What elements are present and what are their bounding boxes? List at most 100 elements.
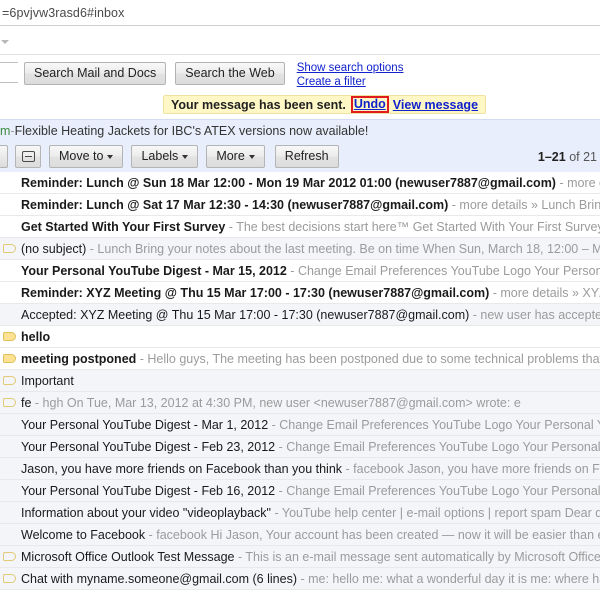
mail-subject: fe [21, 395, 32, 410]
archive-icon [21, 151, 35, 162]
importance-marker-icon[interactable] [3, 552, 16, 561]
mail-row-text: fe - hgh On Tue, Mar 13, 2012 at 4:30 PM… [21, 393, 600, 413]
search-links: Show search options Create a filter [297, 62, 404, 89]
importance-cell [2, 178, 21, 187]
mail-snippet: facebook Hi Jason, Your account has been… [156, 527, 600, 542]
view-message-link[interactable]: View message [393, 98, 478, 112]
mail-separator: - [286, 263, 298, 278]
mail-row[interactable]: Microsoft Office Outlook Test Message - … [0, 546, 600, 568]
create-filter-link[interactable]: Create a filter [297, 76, 404, 90]
chevron-down-icon[interactable] [1, 40, 9, 44]
ad-banner[interactable]: m - Flexible Heating Jackets for IBC's A… [0, 119, 600, 141]
mail-row[interactable]: Reminder: Lunch @ Sun 18 Mar 12:00 - Mon… [0, 172, 600, 194]
more-button[interactable]: More [206, 145, 265, 168]
mail-subject: Accepted: XYZ Meeting @ Thu 15 Mar 17:00… [21, 307, 470, 322]
mail-row-text: Accepted: XYZ Meeting @ Thu 15 Mar 17:00… [21, 305, 600, 325]
mail-subject: Information about your video "videoplayb… [21, 505, 271, 520]
importance-marker-icon[interactable] [3, 574, 16, 583]
mail-row[interactable]: Your Personal YouTube Digest - Feb 16, 2… [0, 480, 600, 502]
mail-row[interactable]: Reminder: XYZ Meeting @ Thu 15 Mar 17:00… [0, 282, 600, 304]
undo-highlight-box: Undo [350, 96, 389, 113]
mail-row[interactable]: Your Personal YouTube Digest - Mar 1, 20… [0, 414, 600, 436]
mail-subject: Your Personal YouTube Digest - Mar 15, 2… [21, 263, 287, 278]
importance-cell [2, 552, 21, 561]
browser-url-bar[interactable]: =6pvjvw3rasd6#inbox [0, 0, 600, 26]
mail-separator: - [489, 285, 501, 300]
mail-row-text: Welcome to Facebook - facebook Hi Jason,… [21, 525, 600, 545]
importance-marker-icon[interactable] [3, 354, 16, 363]
mail-separator: - [271, 505, 282, 520]
importance-marker-icon [3, 222, 16, 231]
mail-row[interactable]: Your Personal YouTube Digest - Feb 23, 2… [0, 436, 600, 458]
mail-row-text: Chat with myname.someone@gmail.com (6 li… [21, 569, 600, 589]
mail-separator: - [268, 417, 280, 432]
mail-snippet: Change Email Preferences YouTube Logo Yo… [279, 417, 600, 432]
chevron-down-icon [107, 154, 114, 159]
labels-label: Labels [141, 149, 179, 163]
select-button-stub[interactable] [0, 145, 8, 168]
mail-row[interactable]: Get Started With Your First Survey - The… [0, 216, 600, 238]
mail-row[interactable]: Welcome to Facebook - facebook Hi Jason,… [0, 524, 600, 546]
mail-row[interactable]: Information about your video "videoplayb… [0, 502, 600, 524]
labels-button[interactable]: Labels [131, 145, 199, 168]
importance-cell [2, 266, 21, 275]
refresh-button[interactable]: Refresh [274, 145, 339, 168]
notification-row: Your message has been sent. Undo View me… [0, 95, 600, 119]
mail-row[interactable]: Reminder: Lunch @ Sat 17 Mar 12:30 - 14:… [0, 194, 600, 216]
mail-separator: - [448, 197, 460, 212]
mail-row[interactable]: Your Personal YouTube Digest - Mar 15, 2… [0, 260, 600, 282]
importance-marker-icon[interactable] [3, 332, 16, 341]
move-to-button[interactable]: Move to [49, 145, 124, 168]
mail-row[interactable]: Chat with myname.someone@gmail.com (6 li… [0, 568, 600, 590]
importance-cell [2, 574, 21, 583]
importance-marker-icon [3, 178, 16, 187]
mail-row[interactable]: meeting postponed - Hello guys, The meet… [0, 348, 600, 370]
mail-row[interactable]: (no subject) - Lunch Bring your notes ab… [0, 238, 600, 260]
browser-toolbar-strip [0, 26, 600, 55]
importance-marker-icon[interactable] [3, 376, 16, 385]
search-web-button[interactable]: Search the Web [175, 62, 285, 85]
mail-subject: Microsoft Office Outlook Test Message [21, 549, 235, 564]
importance-marker-icon [3, 508, 16, 517]
mail-separator: - [234, 549, 246, 564]
pager-range: 1–21 [537, 149, 566, 164]
mail-subject: Get Started With Your First Survey [21, 219, 226, 234]
mail-row[interactable]: Jason, you have more friends on Facebook… [0, 458, 600, 480]
importance-marker-icon [3, 442, 16, 451]
mail-subject: Reminder: XYZ Meeting @ Thu 15 Mar 17:00… [21, 285, 490, 300]
mail-row-text: Reminder: Lunch @ Sat 17 Mar 12:30 - 14:… [21, 195, 600, 215]
importance-marker-icon [3, 310, 16, 319]
archive-button[interactable] [15, 145, 41, 168]
mail-snippet: Change Email Preferences YouTube Logo Yo… [286, 439, 600, 454]
mail-row-text: Jason, you have more friends on Facebook… [21, 459, 600, 479]
more-label: More [216, 149, 245, 163]
importance-cell [2, 420, 21, 429]
mail-row[interactable]: fe - hgh On Tue, Mar 13, 2012 at 4:30 PM… [0, 392, 600, 414]
pagination-status: 1–21 of 21 [538, 150, 597, 164]
undo-link[interactable]: Undo [354, 98, 386, 111]
mail-row-text: Reminder: Lunch @ Sun 18 Mar 12:00 - Mon… [21, 173, 600, 193]
mail-row-text: (no subject) - Lunch Bring your notes ab… [21, 239, 600, 259]
mail-snippet: me: hello me: what a wonderful day it is… [308, 571, 600, 586]
ad-text: Flexible Heating Jackets for IBC's ATEX … [14, 123, 369, 138]
mail-row[interactable]: hello [0, 326, 600, 348]
mail-separator: - [555, 175, 568, 190]
mail-row-text: Reminder: XYZ Meeting @ Thu 15 Mar 17:00… [21, 283, 600, 303]
mail-snippet: YouTube help center | e-mail options | r… [281, 505, 600, 520]
show-search-options-link[interactable]: Show search options [297, 62, 404, 76]
importance-marker-icon[interactable] [3, 398, 16, 407]
mail-separator: - [136, 351, 148, 366]
mail-snippet: new user has accepted t [480, 307, 600, 322]
mail-row-text: hello [21, 327, 600, 347]
mail-separator: - [145, 527, 157, 542]
search-input[interactable] [0, 62, 18, 83]
mail-snippet: This is an e-mail message sent automatic… [245, 549, 600, 564]
mail-separator: - [275, 483, 287, 498]
mail-row[interactable]: Accepted: XYZ Meeting @ Thu 15 Mar 17:00… [0, 304, 600, 326]
mail-subject: Your Personal YouTube Digest - Feb 23, 2… [21, 439, 276, 454]
importance-marker-icon [3, 288, 16, 297]
search-mail-button[interactable]: Search Mail and Docs [24, 62, 167, 85]
mail-row[interactable]: Important [0, 370, 600, 392]
importance-marker-icon[interactable] [3, 244, 16, 253]
importance-cell [2, 486, 21, 495]
